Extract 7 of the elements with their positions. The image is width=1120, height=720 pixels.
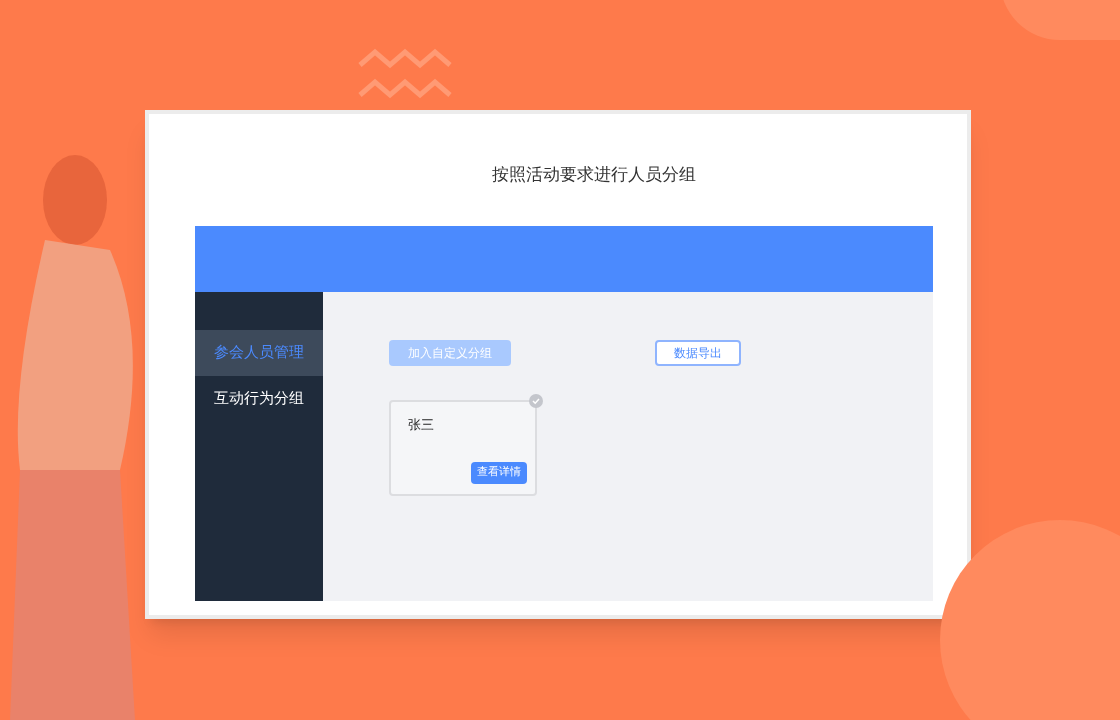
sidebar-item[interactable]: 互动行为分组 — [195, 375, 323, 422]
page-title: 按照活动要求进行人员分组 — [491, 163, 696, 186]
view-details-button[interactable]: 查看详情 — [471, 461, 527, 484]
export-button[interactable]: 数据导出 — [655, 339, 741, 366]
check-circle-icon[interactable] — [529, 393, 543, 408]
person-name: 张三 — [408, 415, 435, 434]
sidebar-item[interactable]: 参会人员管理 — [195, 329, 323, 376]
